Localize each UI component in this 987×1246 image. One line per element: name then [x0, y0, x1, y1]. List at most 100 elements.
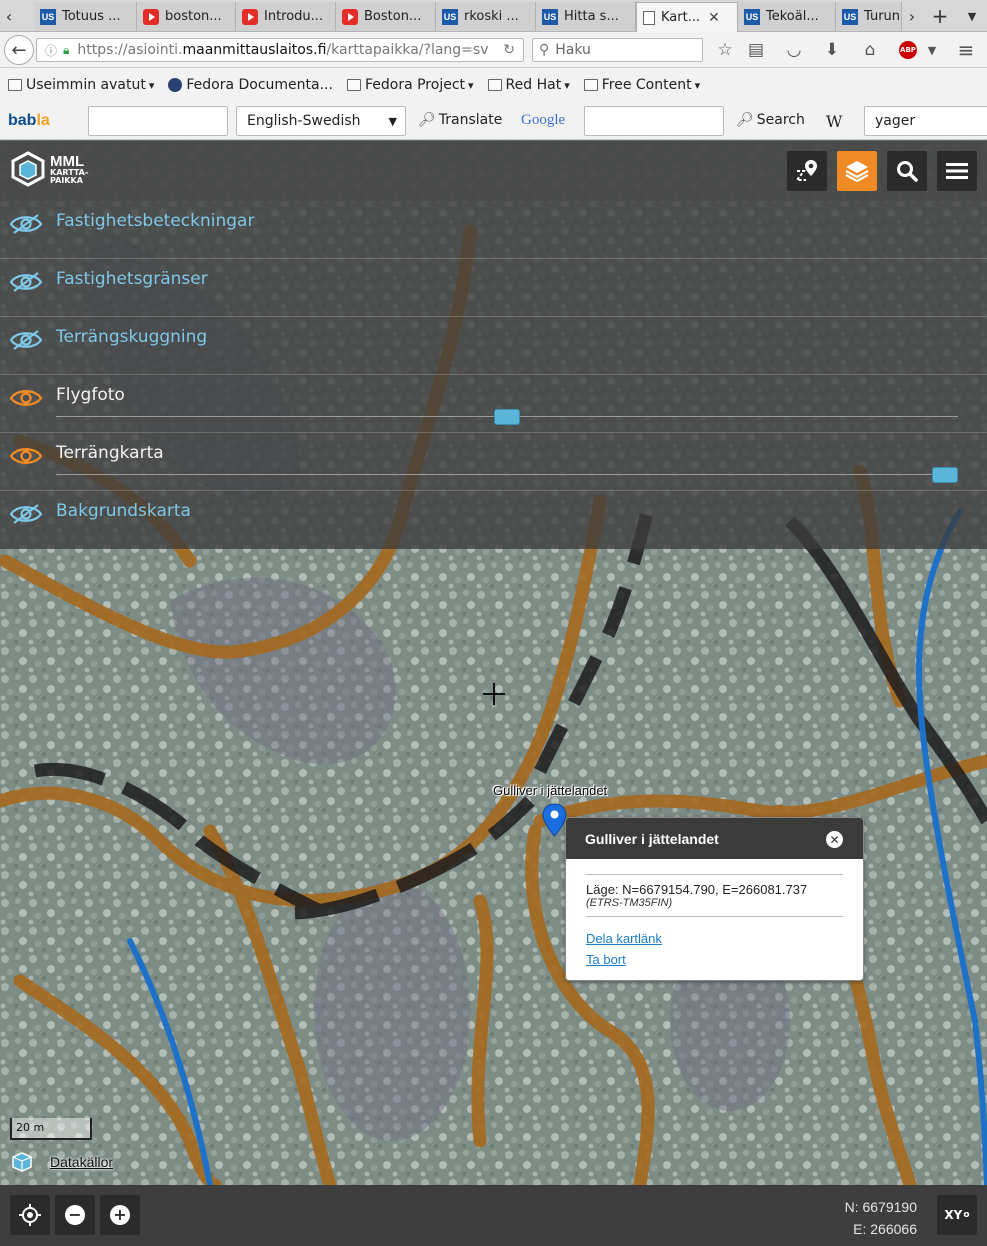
us-icon: US	[442, 8, 458, 25]
share-map-link[interactable]: Dela kartlänk	[586, 928, 843, 949]
eye-hidden-icon[interactable]	[9, 501, 43, 527]
language-select[interactable]: English-Swedish ▼	[236, 106, 406, 136]
layer-row: Bakgrundskarta	[0, 491, 987, 549]
close-icon[interactable]: ✕	[826, 831, 843, 848]
babla-input[interactable]	[88, 106, 228, 136]
browser-tab-active[interactable]: Kart... ✕	[636, 2, 738, 32]
layers-button[interactable]	[837, 151, 877, 191]
chevron-down-icon: ▼	[388, 114, 397, 128]
magnifier-icon: 🔎︎	[418, 112, 436, 128]
logo-text: MML KARTTA- PAIKKA	[50, 154, 88, 185]
popup-coordinates: Läge: N=6679154.790, E=266081.737	[586, 882, 808, 897]
eye-hidden-icon[interactable]	[9, 327, 43, 353]
opacity-slider-handle[interactable]	[494, 409, 520, 425]
logo-line: MML	[50, 152, 85, 170]
download-icon[interactable]: ⬇	[820, 38, 844, 62]
pocket-icon[interactable]: ◡	[782, 38, 806, 62]
map-controls-bar: − + N: 6679190 E: 266066 XY o	[0, 1185, 987, 1246]
translate-label: Translate	[438, 112, 503, 128]
us-icon: US	[842, 8, 858, 25]
browser-menu-icon[interactable]: ≡	[954, 38, 978, 62]
bookmark-folder[interactable]: Useimmin avatut ▾	[8, 77, 154, 93]
us-icon: US	[542, 8, 558, 25]
opacity-slider-handle[interactable]	[932, 467, 958, 483]
tab-list-icon[interactable]: ▼	[958, 0, 986, 32]
eye-visible-icon[interactable]	[9, 385, 43, 411]
bookmark-folder[interactable]: Fedora Project ▾	[346, 77, 474, 93]
scroll-tabs-left-icon[interactable]: ‹	[0, 0, 18, 32]
zoom-out-button[interactable]: −	[55, 1195, 95, 1235]
reload-icon[interactable]: ↻	[503, 42, 515, 58]
map-marker-icon[interactable]	[542, 803, 567, 837]
opacity-slider[interactable]	[56, 409, 958, 425]
new-tab-icon[interactable]: +	[926, 0, 954, 32]
browser-tab[interactable]: US Hitta s...	[536, 2, 636, 31]
route-marker-button[interactable]	[787, 151, 827, 191]
youtube-icon	[143, 8, 159, 25]
magnifier-icon: 🔎︎	[736, 112, 754, 128]
browser-tab[interactable]: Introdu...	[236, 2, 336, 31]
bookmark-label: Useimmin avatut	[26, 77, 146, 93]
reading-list-icon[interactable]: ▤	[744, 38, 768, 62]
google-search-button[interactable]: 🔎︎ Search	[736, 112, 805, 128]
adblock-icon[interactable]: ABP	[896, 38, 920, 62]
home-icon[interactable]: ⌂	[858, 38, 882, 62]
bookmark-star-icon[interactable]: ☆	[713, 38, 737, 62]
browser-tab[interactable]: boston...	[137, 2, 236, 31]
browser-tab[interactable]: Boston...	[336, 2, 436, 31]
babla-logo[interactable]: babla	[8, 112, 50, 130]
tab-label: Kart...	[661, 10, 701, 25]
divider	[586, 916, 843, 917]
babla-accent: la	[36, 112, 50, 129]
eye-hidden-icon[interactable]	[9, 269, 43, 295]
eye-visible-icon[interactable]	[9, 443, 43, 469]
google-search-input[interactable]	[584, 106, 724, 136]
layer-label[interactable]: Terrängkarta	[56, 443, 164, 463]
tab-label: Introdu...	[264, 9, 324, 24]
browser-tab[interactable]: US rkoski ...	[436, 2, 536, 31]
data-sources: Datakällor	[10, 1151, 113, 1173]
browser-search-input[interactable]: ⚲ Haku	[532, 38, 703, 62]
layer-label[interactable]: Fastighetsgränser	[56, 269, 208, 289]
info-icon[interactable]: ⓘ	[45, 42, 57, 59]
layer-label[interactable]: Fastighetsbeteckningar	[56, 211, 254, 231]
eye-hidden-icon[interactable]	[9, 211, 43, 237]
layer-label[interactable]: Flygfoto	[56, 385, 125, 405]
remove-marker-link[interactable]: Ta bort	[586, 949, 843, 970]
language-select-value: English-Swedish	[247, 113, 361, 129]
browser-tab[interactable]: US Tekoäl...	[738, 2, 836, 31]
url-path: /karttapaikka/?lang=sv	[326, 42, 489, 58]
browser-tab[interactable]: US Totuus ...	[34, 2, 137, 31]
coordinate-tool-button[interactable]: XY o	[937, 1195, 977, 1235]
url-bar[interactable]: ⓘ 🔒︎ https://asiointi. maanmittauslaitos.…	[36, 38, 524, 62]
mml-logo[interactable]: MML KARTTA- PAIKKA	[10, 151, 88, 187]
browser-tab[interactable]: US Turun	[836, 2, 902, 31]
url-prefix: https://asiointi.	[77, 42, 183, 58]
scroll-tabs-right-icon[interactable]: ›	[902, 0, 922, 32]
bookmark-label: Free Content	[601, 77, 692, 93]
translate-button[interactable]: 🔎︎ Translate	[418, 112, 502, 128]
close-tab-icon[interactable]: ✕	[708, 10, 720, 26]
data-sources-link[interactable]: Datakällor	[50, 1154, 113, 1170]
bookmark-folder[interactable]: Red Hat ▾	[487, 77, 570, 93]
layer-label[interactable]: Bakgrundskarta	[56, 501, 191, 521]
layer-label[interactable]: Terrängskuggning	[56, 327, 207, 347]
app-header: MML KARTTA- PAIKKA	[0, 141, 987, 201]
opacity-slider[interactable]	[56, 467, 958, 483]
bookmark-item[interactable]: Fedora Documenta...	[168, 77, 333, 93]
adblock-dropdown-icon[interactable]: ▼	[920, 38, 944, 62]
menu-button[interactable]	[937, 151, 977, 191]
search-button[interactable]	[887, 151, 927, 191]
search-placeholder: Haku	[555, 42, 591, 58]
tab-label: Hitta s...	[564, 9, 619, 24]
bookmark-folder[interactable]: Free Content ▾	[583, 77, 700, 93]
locate-me-button[interactable]	[10, 1195, 50, 1235]
data-sources-icon[interactable]	[10, 1151, 34, 1173]
zoom-in-button[interactable]: +	[100, 1195, 140, 1235]
us-icon: US	[744, 8, 760, 25]
back-button[interactable]: ←	[4, 35, 34, 65]
search-icon: ⚲	[539, 42, 550, 58]
navigation-bar: ← ⓘ 🔒︎ https://asiointi. maanmittauslaito…	[0, 32, 987, 68]
babla-text: bab	[8, 112, 37, 129]
wikipedia-search-input[interactable]: yager	[864, 106, 987, 136]
